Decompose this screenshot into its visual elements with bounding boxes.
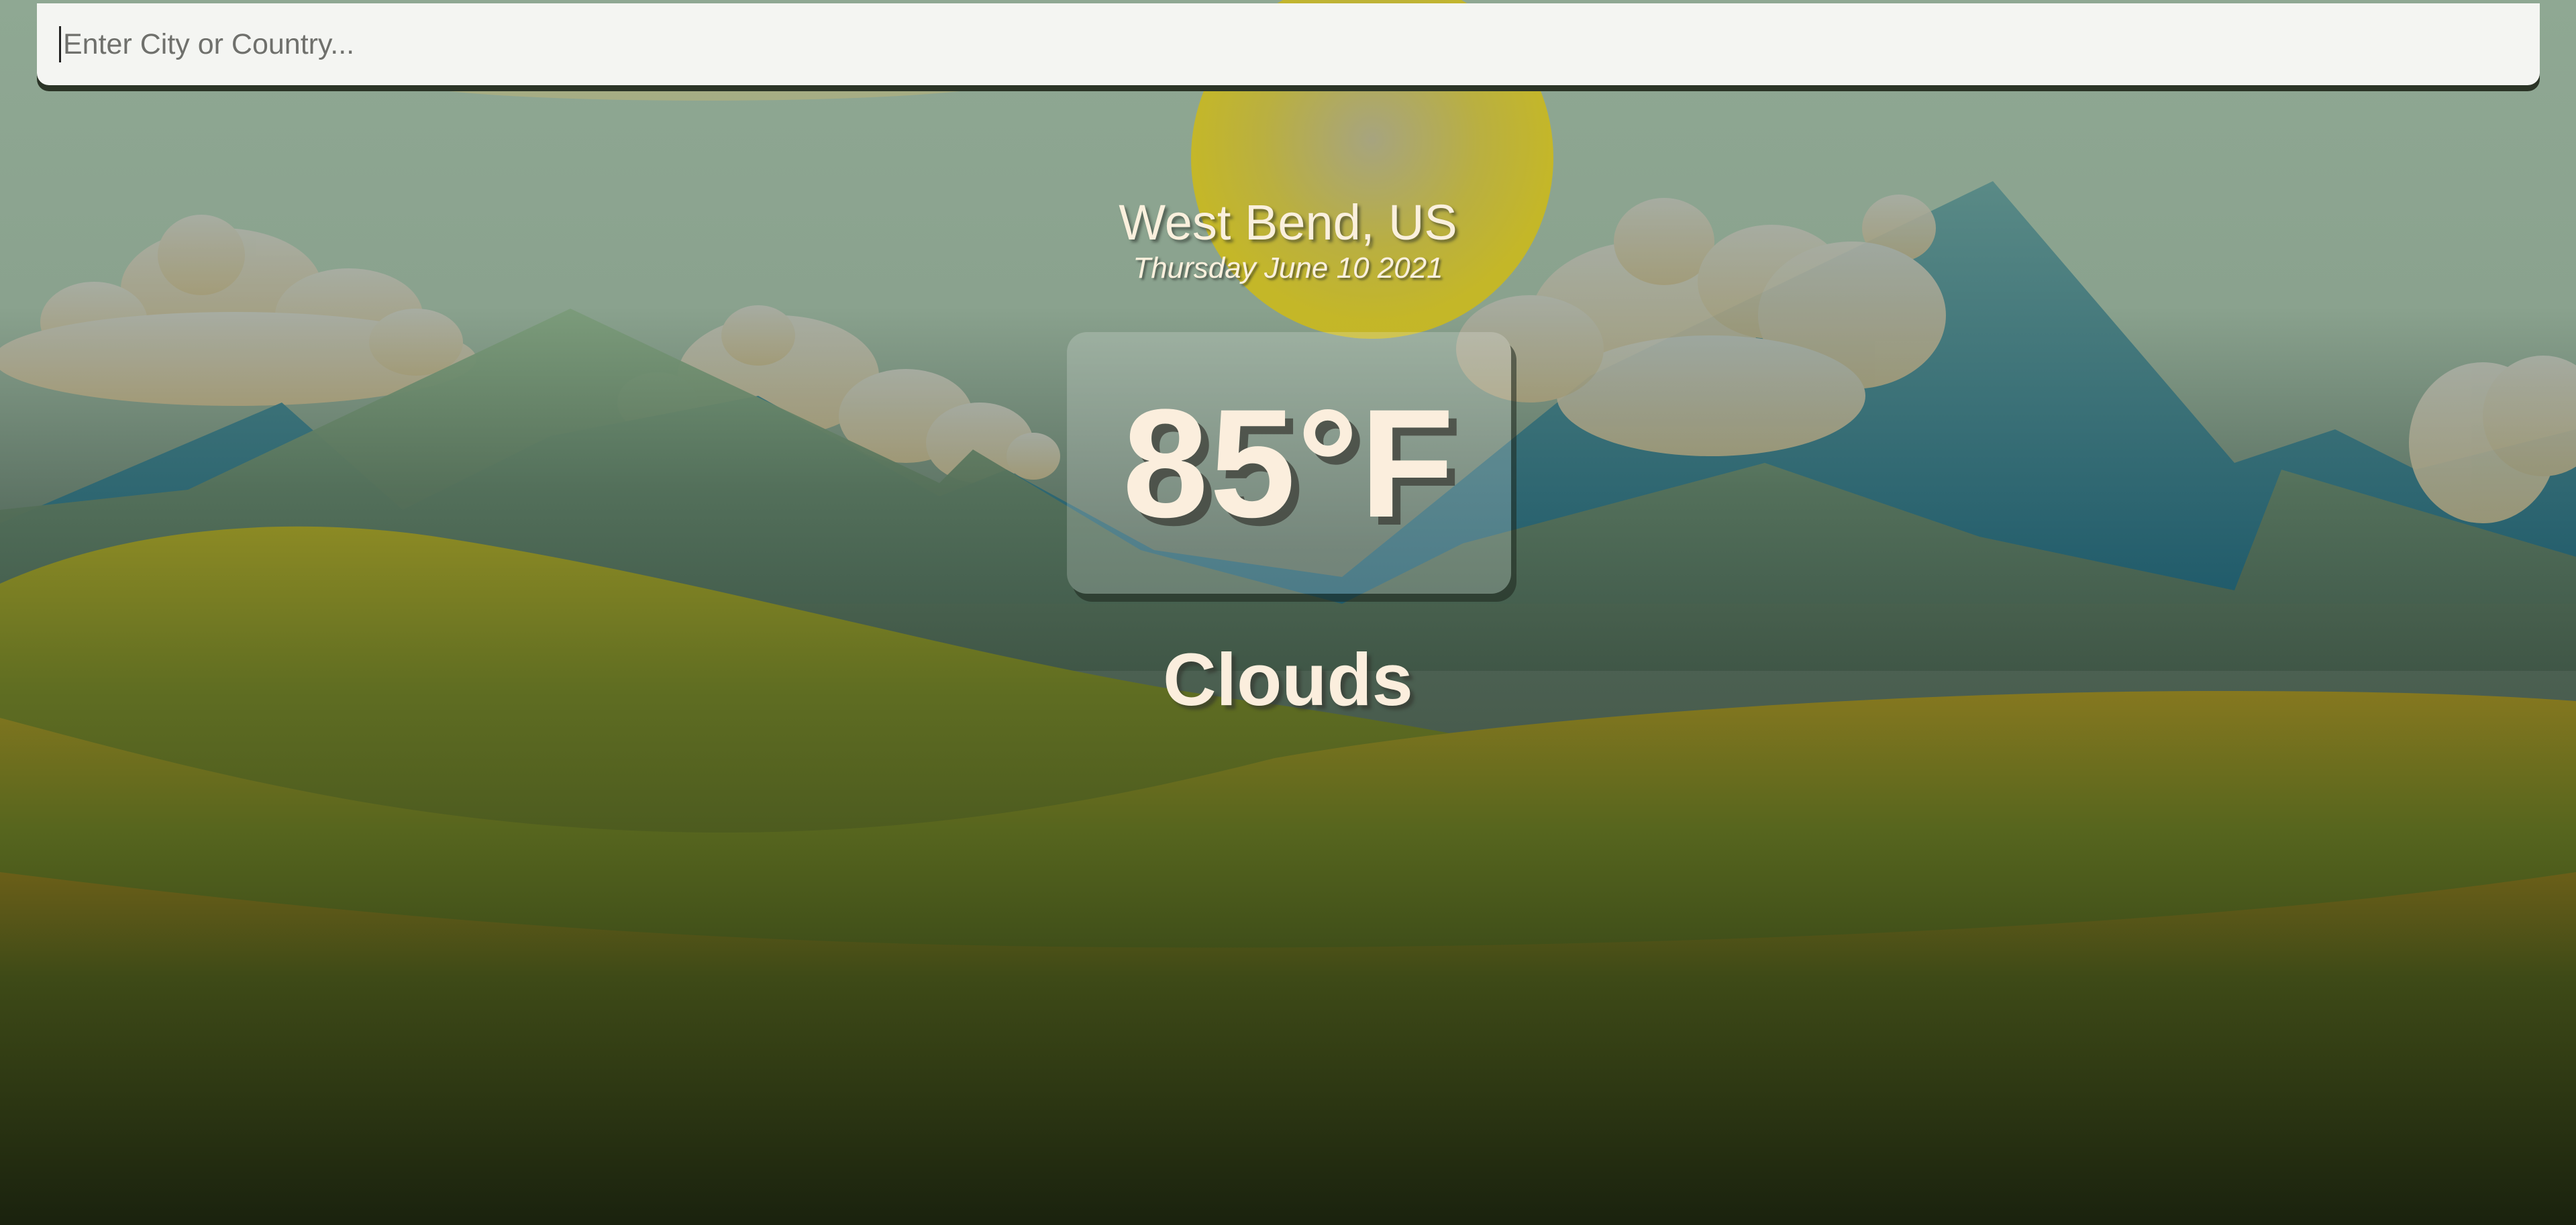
search-bar	[37, 3, 2540, 85]
landscape-background	[0, 0, 2576, 1225]
search-input[interactable]	[60, 3, 2522, 85]
location-box: West Bend, US Thursday June 10 2021	[0, 195, 2576, 286]
date-label: Thursday June 10 2021	[1133, 252, 1443, 284]
location-title: West Bend, US	[1119, 195, 1457, 250]
weather-condition: Clouds	[1163, 639, 1413, 721]
temperature-value: 85°F	[1122, 376, 1456, 549]
temperature-card: 85°F	[1067, 332, 1511, 594]
